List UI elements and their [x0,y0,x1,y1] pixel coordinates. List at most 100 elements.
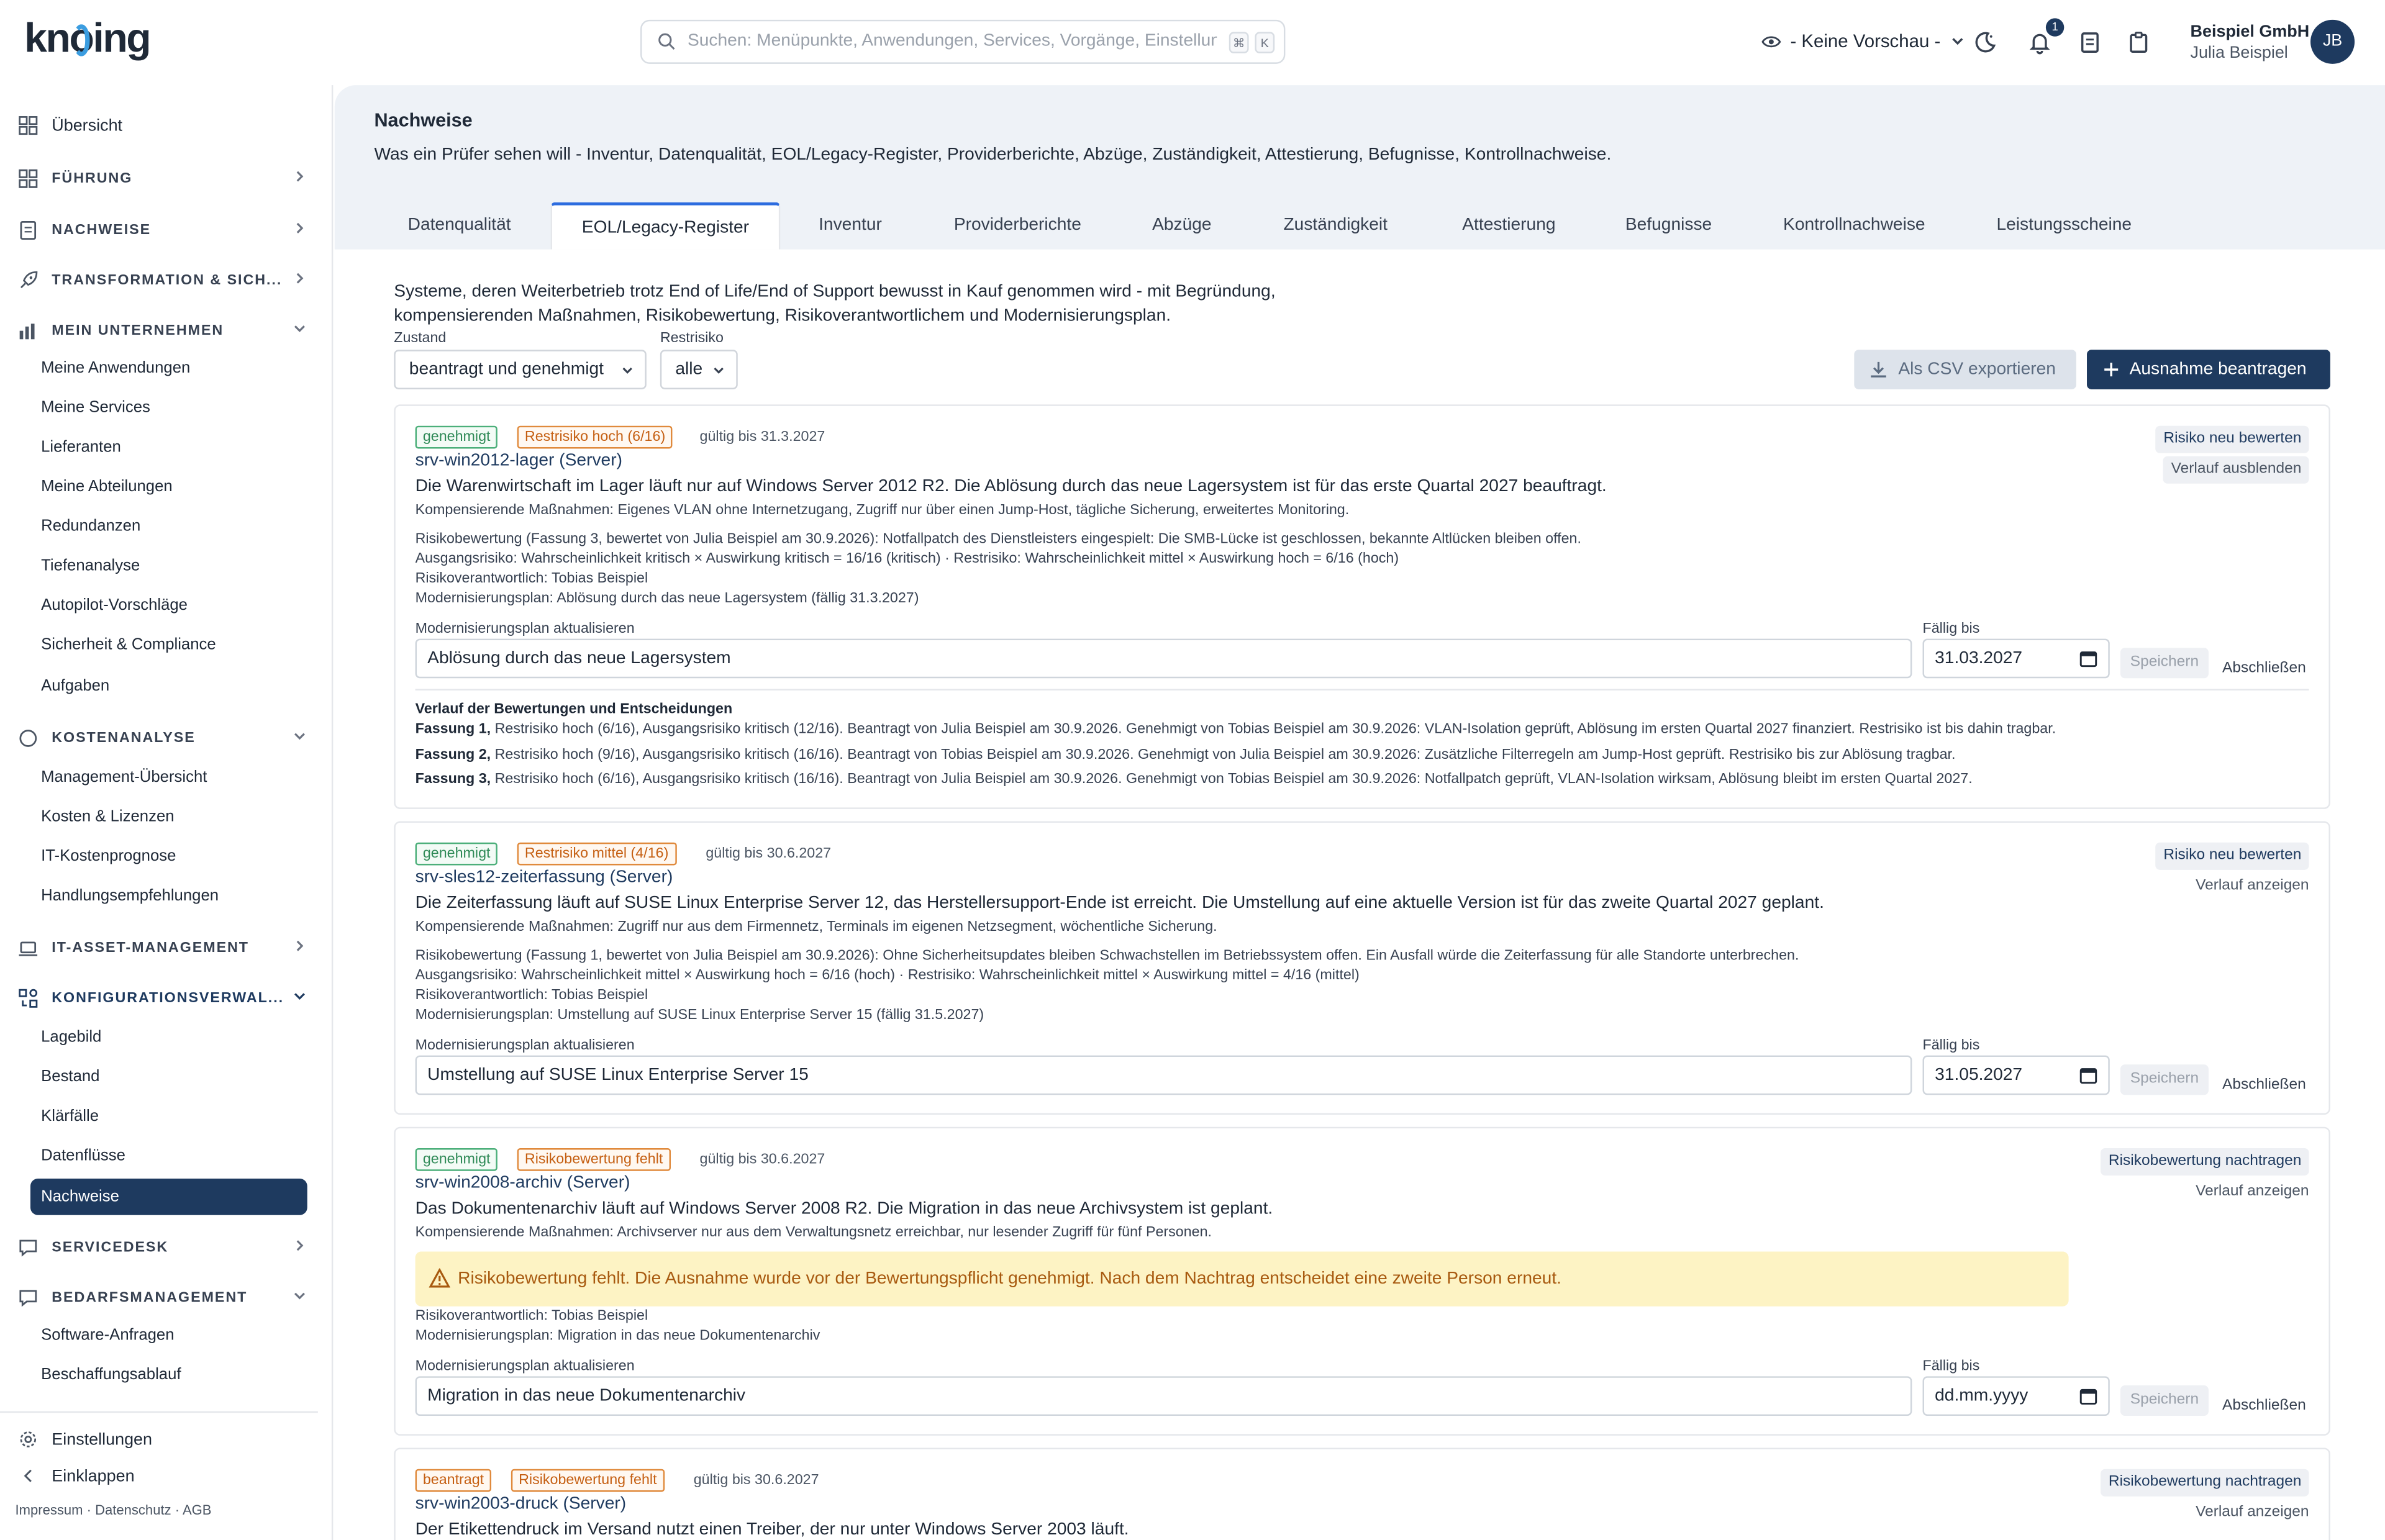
due-date-input[interactable]: 31.03.2027 [1922,638,2110,679]
clipboard-icon[interactable] [2127,30,2151,55]
sidebar-item-lagebild[interactable]: Lagebild [41,1028,101,1046]
tab-abzuege[interactable]: Abzüge [1121,202,1243,250]
chevron-down-icon [294,325,305,332]
sidebar-section-label: SERVICEDESK [52,1238,169,1256]
sidebar-section-kostenanalyse[interactable]: KOSTENANALYSE [18,724,307,751]
tab-eol-legacy[interactable]: EOL/Legacy-Register [550,202,781,250]
search-input[interactable]: Suchen: Menüpunkte, Anwendungen, Service… [688,32,1217,50]
request-exception-button[interactable]: Ausnahme beantragen [2087,350,2330,389]
logo[interactable]: knoing [24,15,152,62]
sidebar-section-fuehrung[interactable]: FÜHRUNG [18,164,307,191]
register-intro: Systeme, deren Weiterbetrieb trotz End o… [394,280,1458,328]
show-history-button[interactable]: Verlauf anzeigen [2196,877,2309,894]
sidebar-section-mein-unternehmen[interactable]: MEIN UNTERNEHMEN [18,316,307,343]
sidebar-item-meine-anwendungen[interactable]: Meine Anwendungen [41,359,190,377]
plan-field-label: Modernisierungsplan aktualisieren [415,1357,635,1375]
show-history-button[interactable]: Verlauf anzeigen [2196,1504,2309,1521]
close-button[interactable]: Abschließen [2222,1077,2306,1094]
tab-datenqualitaet[interactable]: Datenqualität [374,202,544,250]
due-field-label: Fällig bis [1922,1357,1980,1375]
document-icon[interactable] [2078,30,2102,55]
sidebar-section-bedarf[interactable]: BEDARFSMANAGEMENT [18,1284,307,1311]
modernization-plan: Modernisierungsplan: Migration in das ne… [415,1327,820,1344]
save-button[interactable]: Speichern [2120,1064,2209,1095]
chevron-down-icon [294,1292,305,1300]
due-date-input[interactable]: dd.mm.yyyy [1922,1376,2110,1416]
footer-links[interactable]: Impressum · Datenschutz · AGB [15,1503,211,1518]
app-root: knoing Suchen: Menüpunkte, Anwendungen, … [0,0,2385,1540]
sidebar-section-itam[interactable]: IT-ASSET-MANAGEMENT [18,934,307,961]
tab-providerberichte[interactable]: Providerberichte [931,202,1104,250]
sidebar-collapse[interactable]: Einklappen [18,1466,135,1486]
plan-input[interactable]: Umstellung auf SUSE Linux Enterprise Ser… [415,1055,1912,1095]
sidebar-item-kosten-lizenzen[interactable]: Kosten & Lizenzen [41,807,174,825]
add-assessment-button[interactable]: Risikobewertung nachtragen [2101,1469,2309,1497]
due-date-input[interactable]: 31.05.2027 [1922,1055,2110,1095]
sidebar-item-software-anfragen[interactable]: Software-Anfragen [41,1326,174,1344]
sidebar-item-aufgaben[interactable]: Aufgaben [41,677,109,695]
calendar-icon [2079,1388,2097,1405]
tab-inventur[interactable]: Inventur [780,202,920,250]
tab-attestierung[interactable]: Attestierung [1439,202,1579,250]
global-search[interactable]: Suchen: Menüpunkte, Anwendungen, Service… [640,19,1286,64]
tab-kontrollnachweise[interactable]: Kontrollnachweise [1763,202,1945,250]
sidebar-item-bestand[interactable]: Bestand [41,1067,99,1085]
sidebar-item-settings[interactable]: Einstellungen [18,1429,152,1449]
sidebar-item-autopilot[interactable]: Autopilot-Vorschläge [41,596,188,614]
tab-leistungsscheine[interactable]: Leistungsscheine [1974,202,2154,250]
close-button[interactable]: Abschließen [2222,660,2306,677]
sidebar-section-label: MEIN UNTERNEHMEN [52,321,224,338]
restrisiko-select[interactable]: alle [660,350,738,389]
sidebar-item-tiefenanalyse[interactable]: Tiefenanalyse [41,556,140,574]
sidebar-section-konfiguration[interactable]: KONFIGURATIONSVERWAL... [18,984,307,1012]
hide-history-button[interactable]: Verlauf ausblenden [2163,456,2309,484]
sidebar-item-nachweise-active[interactable]: Nachweise [30,1178,307,1215]
history-entry: Fassung 2, Restrisiko hoch (9/16), Ausga… [416,746,1956,763]
sidebar-item-overview[interactable]: Übersicht [18,116,122,135]
show-history-button[interactable]: Verlauf anzeigen [2196,1183,2309,1200]
sidebar-section-transformation[interactable]: TRANSFORMATION & SICH... [18,266,307,294]
status-badge: beantragt [415,1469,492,1492]
sidebar-item-meine-services[interactable]: Meine Services [41,399,150,417]
sidebar-item-handlungsempfehlungen[interactable]: Handlungsempfehlungen [41,887,219,905]
system-link[interactable]: srv-win2012-lager (Server) [416,451,622,469]
sidebar-item-datenfluesse[interactable]: Datenflüsse [41,1147,125,1165]
chevron-right-icon [296,940,304,951]
system-link[interactable]: srv-win2008-archiv (Server) [416,1174,630,1192]
preview-select[interactable]: - Keine Vorschau - [1761,30,1965,52]
circle-icon [19,728,37,746]
zustand-select[interactable]: beantragt und genehmigt [394,350,647,389]
export-csv-label: Als CSV exportieren [1898,360,2056,379]
save-button[interactable]: Speichern [2120,1385,2209,1416]
reassess-risk-button[interactable]: Risiko neu bewerten [2156,842,2309,870]
warning-text: Risikobewertung fehlt. Die Ausnahme wurd… [458,1269,1562,1289]
tab-befugnisse[interactable]: Befugnisse [1600,202,1737,250]
export-csv-button[interactable]: Als CSV exportieren [1854,350,2076,389]
sidebar-item-redundanzen[interactable]: Redundanzen [41,517,140,535]
sidebar-item-meine-abteilungen[interactable]: Meine Abteilungen [41,478,173,496]
system-link[interactable]: srv-sles12-zeiterfassung (Server) [416,868,673,886]
sidebar-item-lieferanten[interactable]: Lieferanten [41,438,121,456]
sidebar-item-management-uebersicht[interactable]: Management-Übersicht [41,768,207,786]
top-bar: knoing Suchen: Menüpunkte, Anwendungen, … [0,0,2385,85]
calendar-icon [2079,1068,2097,1084]
plan-input[interactable]: Migration in das neue Dokumentenarchiv [415,1376,1912,1416]
sidebar-item-beschaffungsablauf[interactable]: Beschaffungsablauf [41,1366,181,1384]
plan-input[interactable]: Ablösung durch das neue Lagersystem [415,638,1912,679]
theme-toggle-icon[interactable] [1973,30,1997,55]
avatar[interactable]: JB [2310,19,2355,64]
close-button[interactable]: Abschließen [2222,1398,2306,1415]
reassess-risk-button[interactable]: Risiko neu bewerten [2156,425,2309,453]
sidebar-section-nachweise[interactable]: NACHWEISE [18,216,307,243]
history-text: Restrisiko hoch (6/16), Ausgangsrisiko k… [491,720,2056,738]
system-link[interactable]: srv-win2003-druck (Server) [416,1495,627,1513]
risk-badge: Risikobewertung fehlt [517,1148,671,1171]
sidebar-item-it-kostenprognose[interactable]: IT-Kostenprognose [41,847,176,865]
save-button[interactable]: Speichern [2120,648,2209,679]
sidebar-item-klaerfaelle[interactable]: Klärfälle [41,1107,99,1125]
sidebar-section-label: KOSTENANALYSE [52,729,196,746]
sidebar-item-sicherheit[interactable]: Sicherheit & Compliance [41,636,216,654]
sidebar-section-servicedesk[interactable]: SERVICEDESK [18,1233,307,1261]
tab-zustaendigkeit[interactable]: Zuständigkeit [1263,202,1409,250]
add-assessment-button[interactable]: Risikobewertung nachtragen [2101,1148,2309,1176]
